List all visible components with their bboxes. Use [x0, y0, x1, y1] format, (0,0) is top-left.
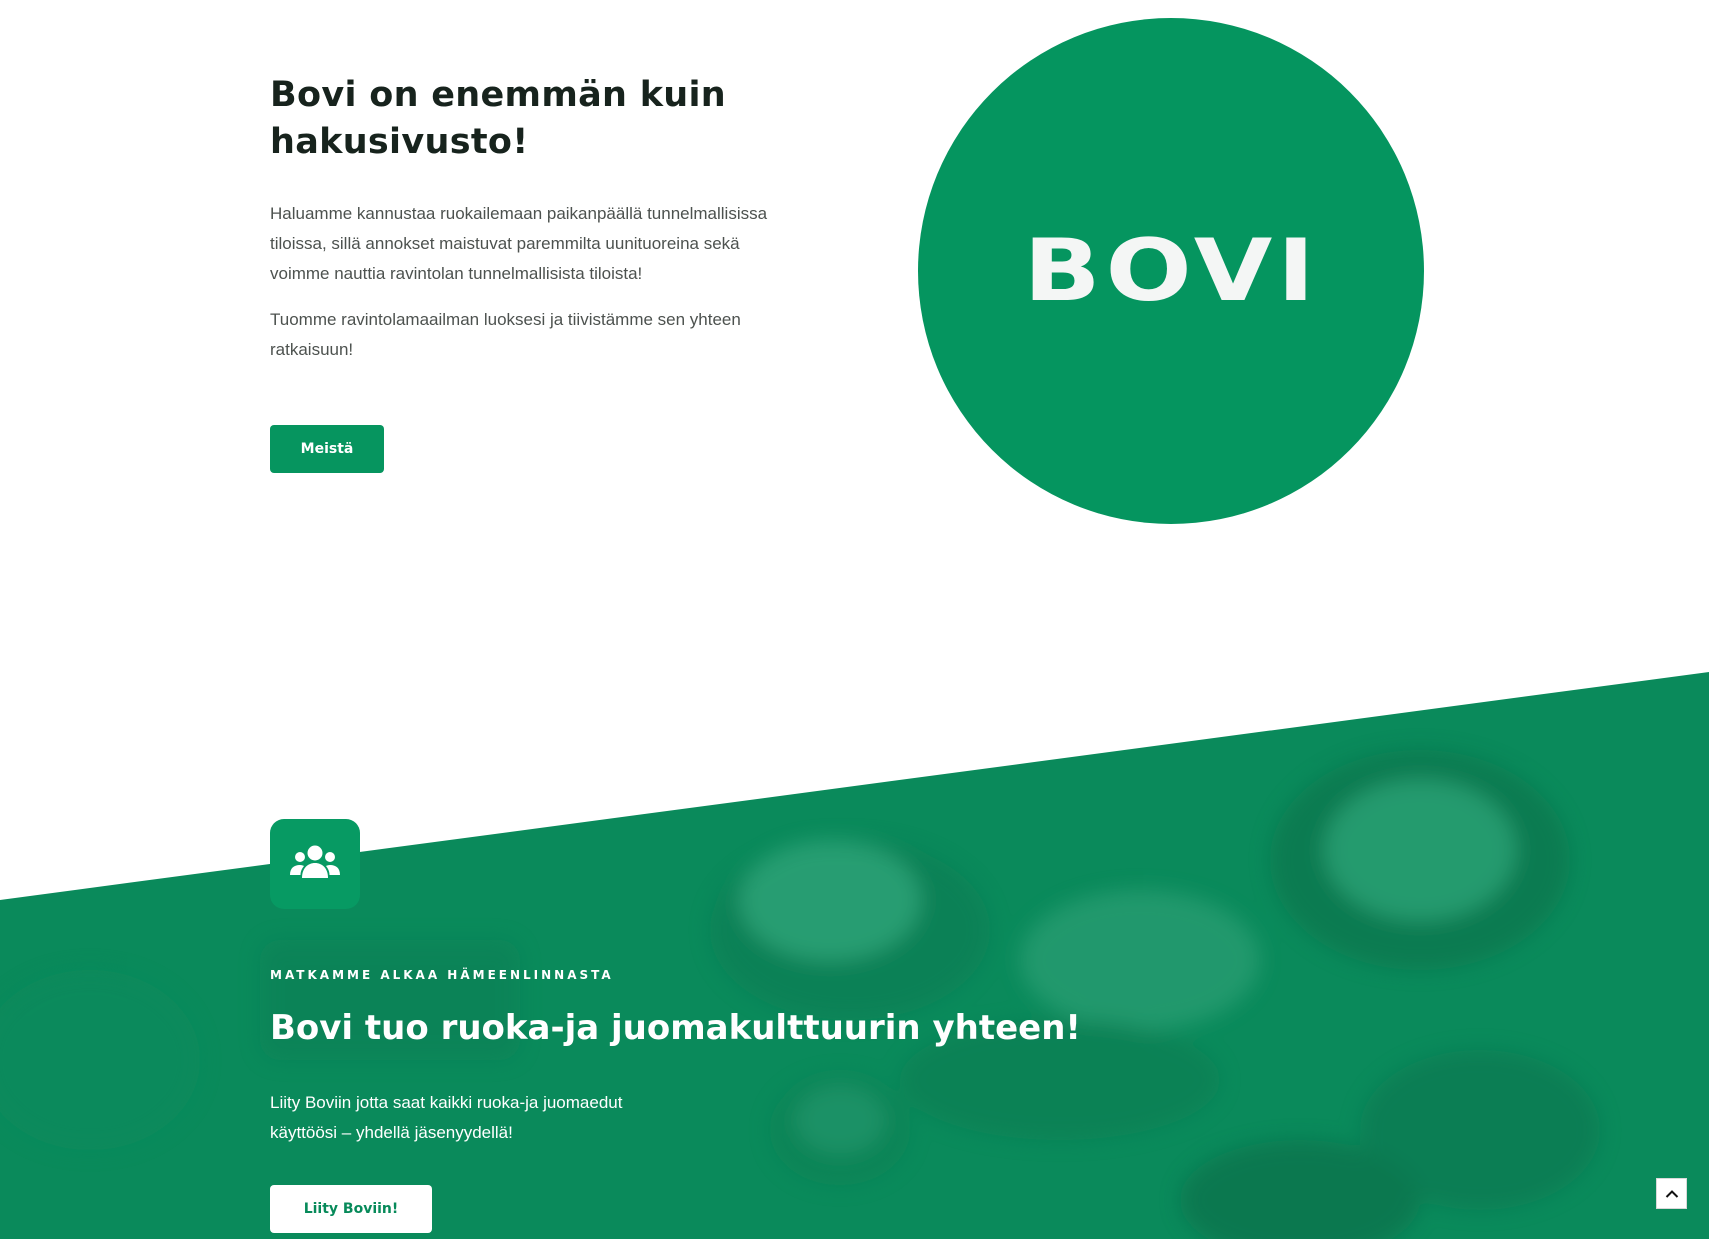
- intro-text: Haluamme kannustaa ruokailemaan paikanpä…: [270, 199, 770, 381]
- join-button[interactable]: Liity Boviin!: [270, 1185, 432, 1233]
- bovi-logo: BOVI: [918, 18, 1424, 524]
- chevron-up-icon: [1665, 1184, 1679, 1203]
- section-eyebrow: MATKAMME ALKAA HÄMEENLINNASTA: [270, 968, 614, 982]
- intro-paragraph: Tuomme ravintolamaailman luoksesi ja tii…: [270, 310, 741, 359]
- join-description: Liity Boviin jotta saat kaikki ruoka-ja …: [270, 1093, 623, 1142]
- logo-text: BOVI: [1022, 221, 1320, 321]
- intro-heading: Bovi on enemmän kuin hakusivusto!: [270, 75, 727, 162]
- scroll-to-top-button[interactable]: [1656, 1178, 1687, 1209]
- members-badge: [270, 819, 360, 909]
- join-heading: Bovi tuo ruoka-ja juomakulttuurin yhteen…: [270, 1008, 1081, 1048]
- users-icon: [289, 842, 341, 886]
- about-button[interactable]: Meistä: [270, 425, 384, 473]
- page: Bovi on enemmän kuin hakusivusto! Haluam…: [0, 0, 1709, 1239]
- intro-paragraph: Haluamme kannustaa ruokailemaan paikanpä…: [270, 204, 768, 283]
- join-section-background: [0, 672, 1709, 1239]
